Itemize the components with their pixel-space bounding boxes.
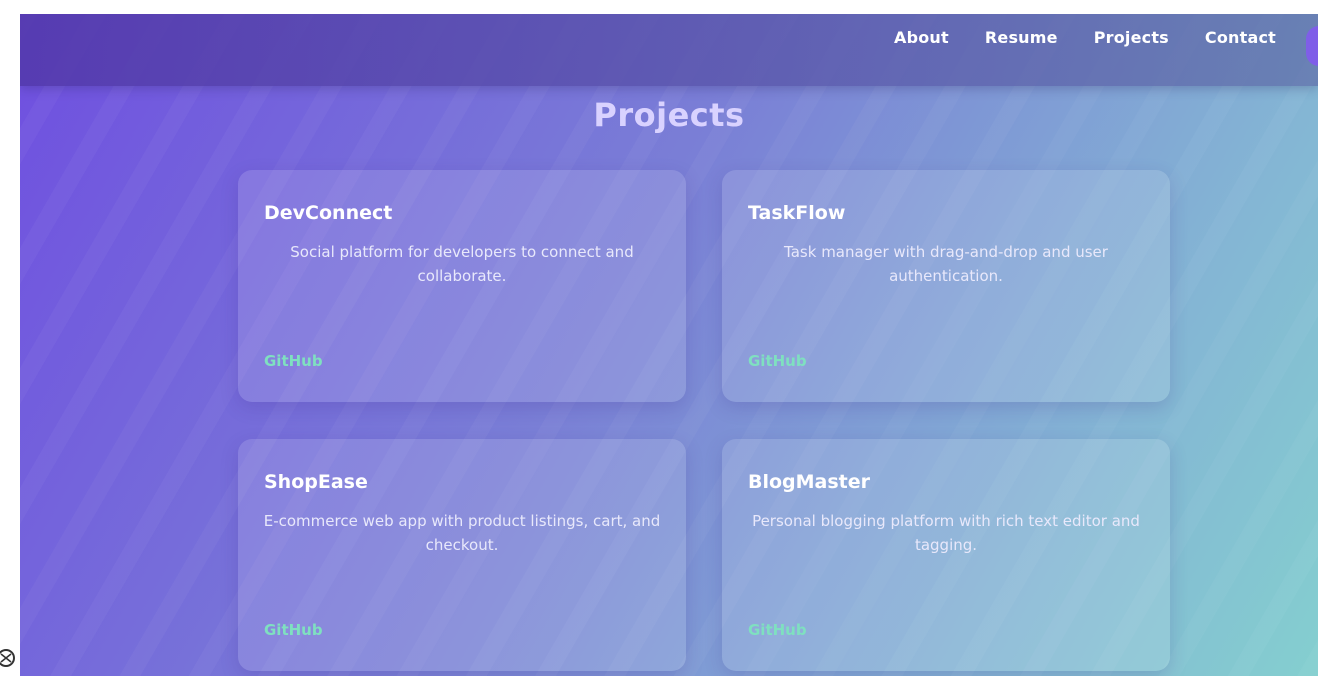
project-title: DevConnect [264,202,393,224]
nav-item-contact[interactable]: Contact [1205,28,1276,47]
project-description: E-commerce web app with product listings… [263,512,661,554]
page-viewport: About Resume Projects Contact Projects D… [20,14,1318,676]
page-title: Projects [593,96,745,134]
theme-toggle-button[interactable] [1306,26,1318,66]
project-title: TaskFlow [748,202,846,224]
project-title: BlogMaster [748,471,871,493]
project-card-shopease: ShopEase E-commerce web app with product… [238,439,686,671]
nav-item-about[interactable]: About [894,28,949,47]
github-link[interactable]: GitHub [748,352,807,370]
github-link[interactable]: GitHub [264,352,323,370]
github-link[interactable]: GitHub [748,621,807,639]
project-description: Task manager with drag-and-drop and user… [784,243,1108,285]
project-card-blogmaster: BlogMaster Personal blogging platform wi… [722,439,1170,671]
tool-icon[interactable] [0,644,16,674]
project-description: Personal blogging platform with rich tex… [752,512,1140,554]
nav-item-resume[interactable]: Resume [985,28,1058,47]
nav-item-projects[interactable]: Projects [1094,28,1169,47]
project-card-taskflow: TaskFlow Task manager with drag-and-drop… [722,170,1170,402]
top-navbar: About Resume Projects Contact [20,14,1318,86]
github-link[interactable]: GitHub [264,621,323,639]
project-card-devconnect: DevConnect Social platform for developer… [238,170,686,402]
nav-links: About Resume Projects Contact [894,14,1276,60]
project-description: Social platform for developers to connec… [290,243,634,285]
project-title: ShopEase [264,471,368,493]
